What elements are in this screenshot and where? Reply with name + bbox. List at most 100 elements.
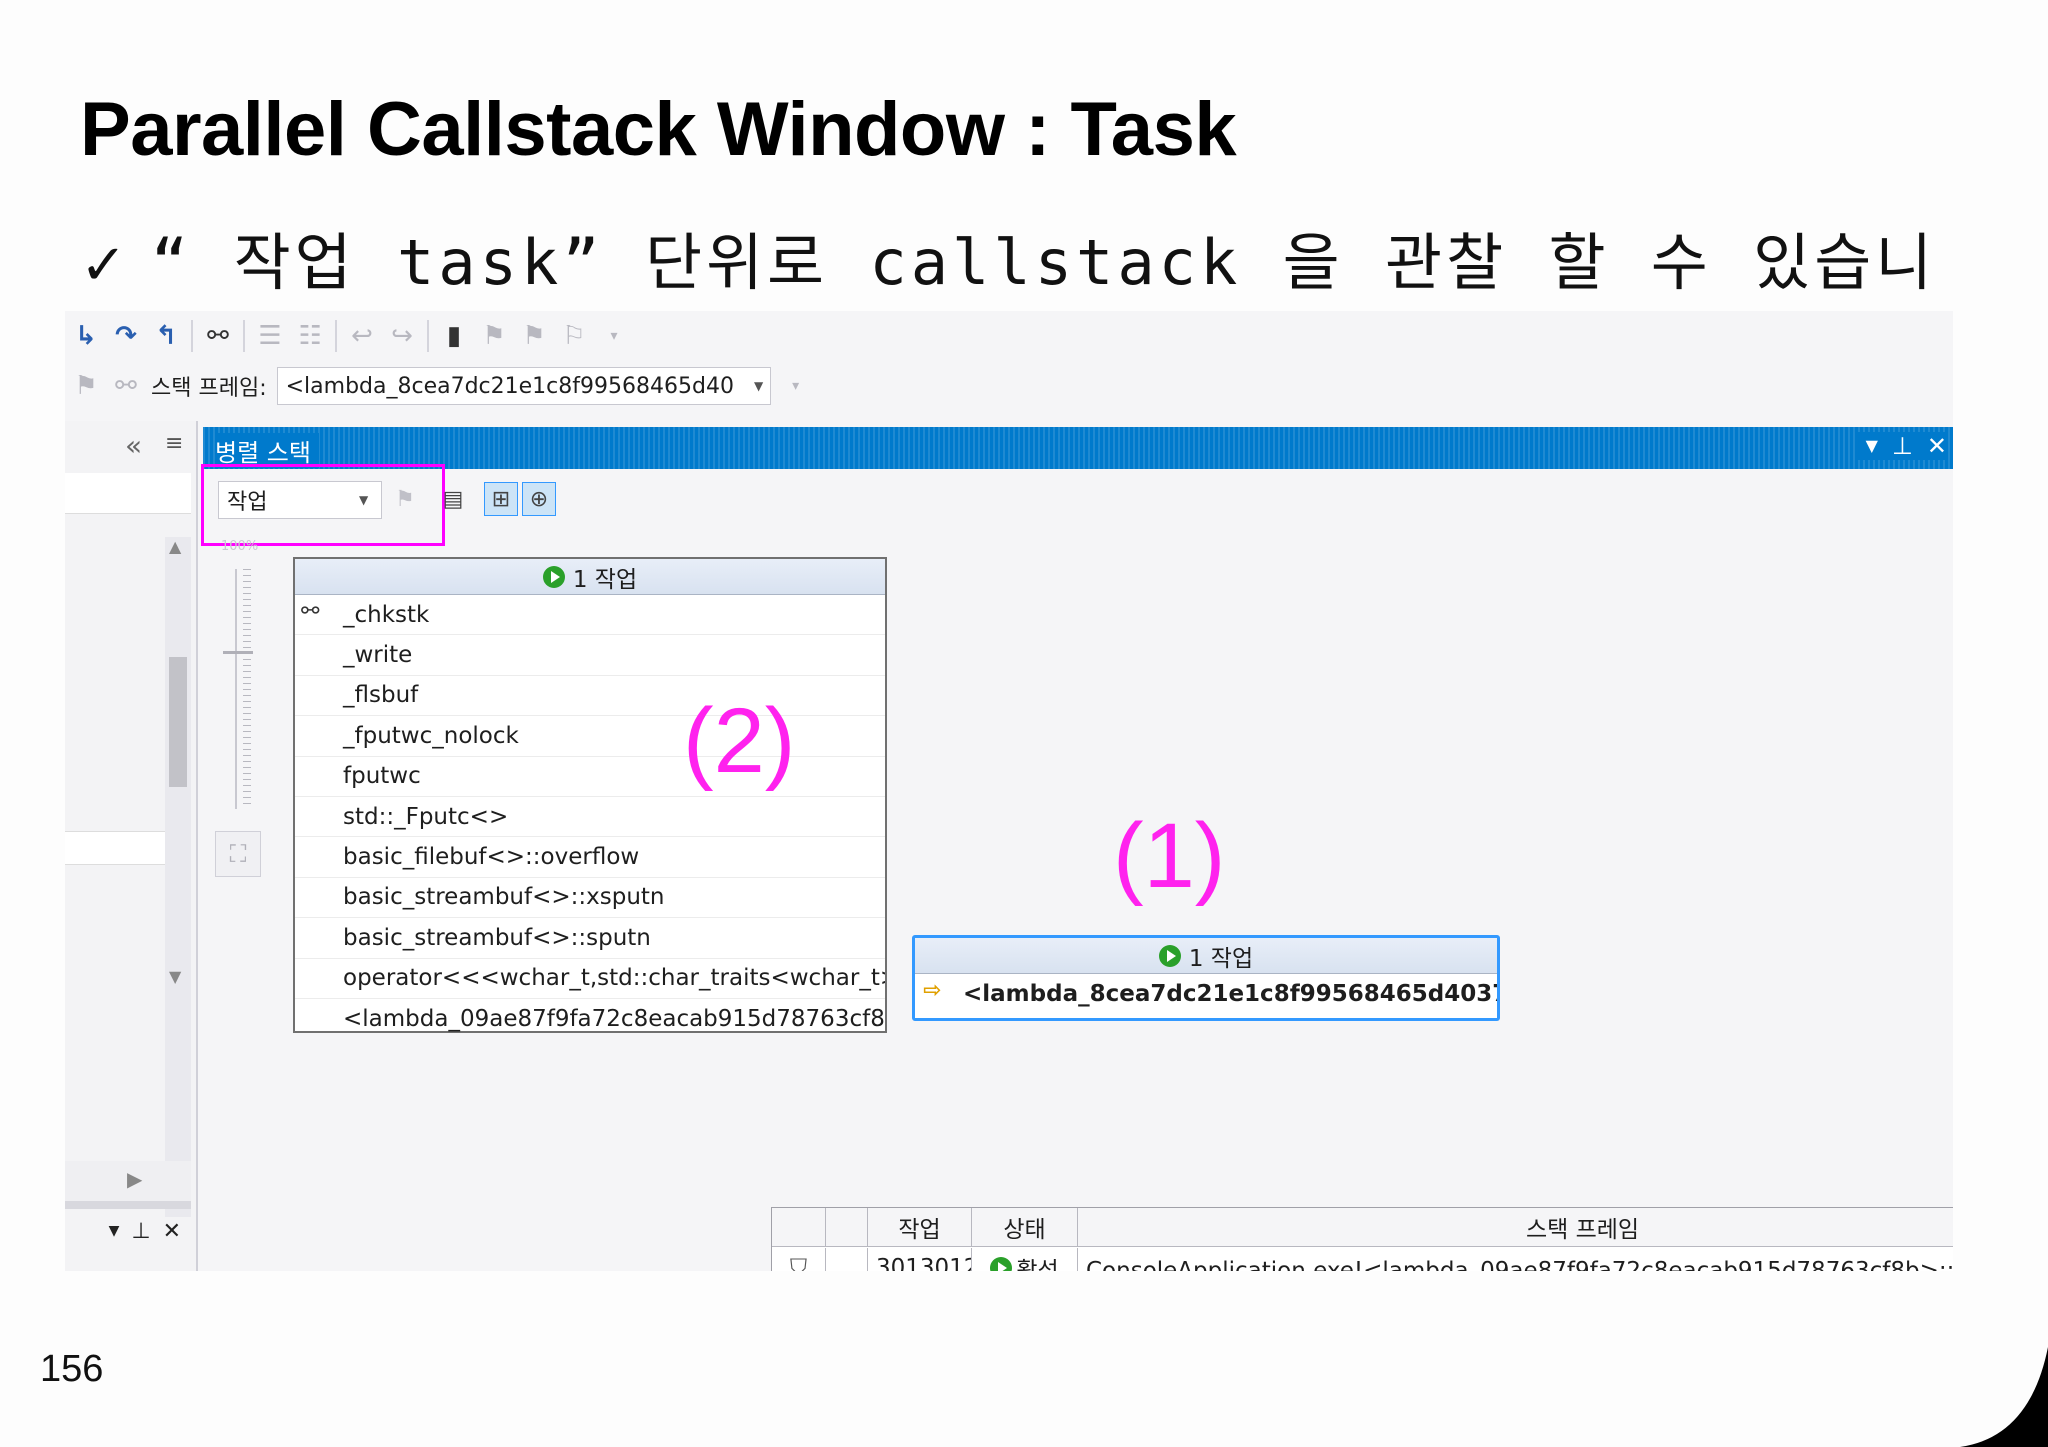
next-bookmark-icon[interactable]: ⚑: [519, 321, 549, 351]
window-dropdown-icon[interactable]: ▼: [1866, 432, 1878, 460]
play-icon: [542, 565, 565, 588]
comment-icon[interactable]: ↩: [347, 321, 377, 351]
flag-filter-icon[interactable]: ⚑: [388, 482, 422, 516]
zoom-fit-icon[interactable]: ⛶: [215, 831, 261, 877]
page-number: 156: [40, 1348, 104, 1390]
task-table: 작업 상태 스택 프레임 ⛉ 3013012 활성 ConsoleApplica…: [771, 1207, 1953, 1271]
left-pane-input[interactable]: [65, 473, 191, 514]
zoom-auto-icon[interactable]: ⊕: [522, 482, 556, 516]
check-mark-icon: ✓: [80, 233, 131, 298]
dropdown-icon[interactable]: ▼: [109, 1223, 120, 1239]
scroll-up-icon[interactable]: ▲: [169, 537, 181, 556]
stack-frame[interactable]: fputwc: [295, 757, 885, 797]
method-view-icon[interactable]: ▤: [436, 482, 470, 516]
double-chevron-left-icon[interactable]: «: [125, 429, 142, 462]
table-header-row: 작업 상태 스택 프레임: [772, 1208, 1953, 1247]
task-count: 1 작업: [1188, 945, 1254, 972]
stack-frame[interactable]: _fputwc_nolock: [295, 716, 885, 757]
annotation-1: (1): [1113, 805, 1226, 907]
outdent-icon[interactable]: ☷: [295, 321, 325, 351]
table-cell: [826, 1248, 868, 1271]
stack-frame[interactable]: basic_filebuf<>::overflow: [295, 837, 885, 878]
flag-icon[interactable]: ⚑: [71, 371, 101, 401]
toolbar-separator: [335, 320, 337, 352]
prev-bookmark-icon[interactable]: ⚑: [479, 321, 509, 351]
zoom-slider[interactable]: 100% ⛶: [213, 539, 263, 919]
task-node[interactable]: 1 작업 ⚯ _chkstk _write _flsbuf _fputwc_nol…: [293, 557, 887, 1033]
uncomment-icon[interactable]: ↪: [387, 321, 417, 351]
play-icon: [990, 1257, 1013, 1271]
thread-flag-icon[interactable]: ⚯: [203, 321, 233, 351]
annotation-2: (2): [683, 690, 796, 792]
play-icon: [1158, 944, 1181, 967]
scroll-right-icon[interactable]: ▶: [127, 1167, 142, 1191]
stack-frame[interactable]: _write: [295, 635, 885, 676]
zoom-thumb[interactable]: [223, 651, 253, 664]
view-mode-dropdown[interactable]: 작업 ▼: [201, 464, 445, 546]
frame-label: _flsbuf: [343, 682, 419, 709]
frame-label: _write: [343, 642, 413, 669]
parallel-stacks-titlebar: 병렬 스택 ▼ ⊥ ✕: [203, 427, 1953, 469]
horizontal-scrollbar[interactable]: ▶: [65, 1161, 191, 1209]
parallel-stacks-body: 작업 ▼ ⚑ ▤ ⊞ ⊕ 100% ⛶ 1 작업 ⚯ _chkstk _write…: [201, 464, 1953, 1271]
pane-menu-icon[interactable]: ≡: [165, 431, 183, 456]
stack-frame[interactable]: _flsbuf: [295, 676, 885, 717]
column-header-task[interactable]: 작업: [868, 1208, 972, 1246]
step-out-icon[interactable]: ↰: [151, 321, 181, 351]
frame-label: basic_streambuf<>::xsputn: [343, 884, 665, 911]
close-icon[interactable]: ✕: [1927, 432, 1947, 460]
debug-toolbar: ↳ ↷ ↰ ⚯ ☰ ☷ ↩ ↪ ▮ ⚑ ⚑ ⚐ ▾: [65, 311, 1953, 361]
column-header-frame[interactable]: 스택 프레임: [1078, 1208, 1953, 1246]
bullet-line: ✓ “ 작업 task” 단위로 callstack 을 관찰 할 수 있습니: [80, 212, 1936, 302]
close-icon[interactable]: ✕: [163, 1219, 181, 1244]
scroll-thumb[interactable]: [169, 657, 187, 787]
scroll-down-icon[interactable]: ▼: [169, 967, 181, 986]
frame-label: <lambda_09ae87f9fa72c8eacab915d78763cf8b…: [343, 1005, 885, 1032]
task-node-current[interactable]: 1 작업 ⇨ <lambda_8cea7dc21e1c8f99568465d403…: [912, 935, 1500, 1021]
left-tool-pane: « ≡ ▲ ▼ ▶ ▼ ⊥ ✕: [65, 421, 198, 1271]
vertical-scrollbar[interactable]: ▲ ▼: [165, 537, 191, 1217]
vs-screenshot: ↳ ↷ ↰ ⚯ ☰ ☷ ↩ ↪ ▮ ⚑ ⚑ ⚐ ▾ ⚑ ⚯ 스택 프레임: <l…: [65, 311, 1953, 1271]
frame-label: basic_streambuf<>::sputn: [343, 924, 651, 951]
zoom-track: [235, 569, 237, 809]
chevron-down-icon: ▼: [753, 379, 764, 393]
stack-frame[interactable]: ⚯ _chkstk: [295, 595, 885, 636]
toolbar-overflow-icon[interactable]: ▾: [599, 321, 629, 351]
step-into-icon[interactable]: ↳: [71, 321, 101, 351]
frame-label: basic_filebuf<>::overflow: [343, 844, 640, 871]
slide-title: Parallel Callstack Window : Task: [80, 87, 1237, 172]
stack-frame-dropdown[interactable]: <lambda_8cea7dc21e1c8f99568465d40 ▼: [276, 367, 771, 405]
stack-frame[interactable]: std::_Fputc<>: [295, 797, 885, 838]
stack-frame[interactable]: operator<<<wchar_t,std::char_traits<wcha…: [295, 959, 885, 999]
frame-label: <lambda_8cea7dc21e1c8f99568465d4037a...: [963, 980, 1497, 1007]
frame-label: _chkstk: [343, 601, 430, 628]
toolbar-overflow-icon[interactable]: ▾: [781, 371, 811, 401]
corner-decoration: [1960, 1347, 2048, 1447]
table-row[interactable]: ⛉ 3013012 활성 ConsoleApplication.exe!<lam…: [772, 1248, 1953, 1271]
step-over-icon[interactable]: ↷: [111, 321, 141, 351]
bullet-text: “ 작업 task” 단위로 callstack 을 관찰 할 수 있습니: [150, 226, 1937, 299]
bookmark-icon[interactable]: ▮: [439, 321, 469, 351]
column-header-status[interactable]: 상태: [972, 1208, 1078, 1246]
frame-cell: ConsoleApplication.exe!<lambda_09ae87f9f…: [1086, 1258, 1953, 1271]
task-id-cell: 3013012: [868, 1248, 972, 1271]
toolbar-separator: [243, 320, 245, 352]
indent-icon[interactable]: ☰: [255, 321, 285, 351]
task-node-header: 1 작업: [915, 938, 1497, 974]
stack-frame[interactable]: <lambda_09ae87f9fa72c8eacab915d78763cf8b…: [295, 999, 885, 1038]
stack-frame[interactable]: basic_streambuf<>::sputn: [295, 918, 885, 959]
clear-bookmarks-icon[interactable]: ⚐: [559, 321, 589, 351]
table-header-cell: [826, 1208, 868, 1246]
pin-icon[interactable]: ⊥: [131, 1219, 150, 1244]
frame-label: operator<<<wchar_t,std::char_traits<wcha…: [343, 965, 885, 992]
stack-frame-label: 스택 프레임:: [151, 376, 267, 401]
thread-icon[interactable]: ⚯: [111, 371, 141, 401]
toggle-layout-icon[interactable]: ⊞: [484, 482, 518, 516]
task-node-header: 1 작업: [295, 559, 885, 595]
thread-icon: ⚯: [301, 599, 320, 624]
frame-label: std::_Fputc<>: [343, 803, 509, 830]
stack-frame[interactable]: ⇨ <lambda_8cea7dc21e1c8f99568465d4037a...: [915, 974, 1497, 1013]
stack-frame[interactable]: basic_streambuf<>::xsputn: [295, 878, 885, 919]
pin-icon[interactable]: ⊥: [1892, 432, 1913, 460]
filter-flag-icon[interactable]: ⛉: [772, 1248, 826, 1271]
